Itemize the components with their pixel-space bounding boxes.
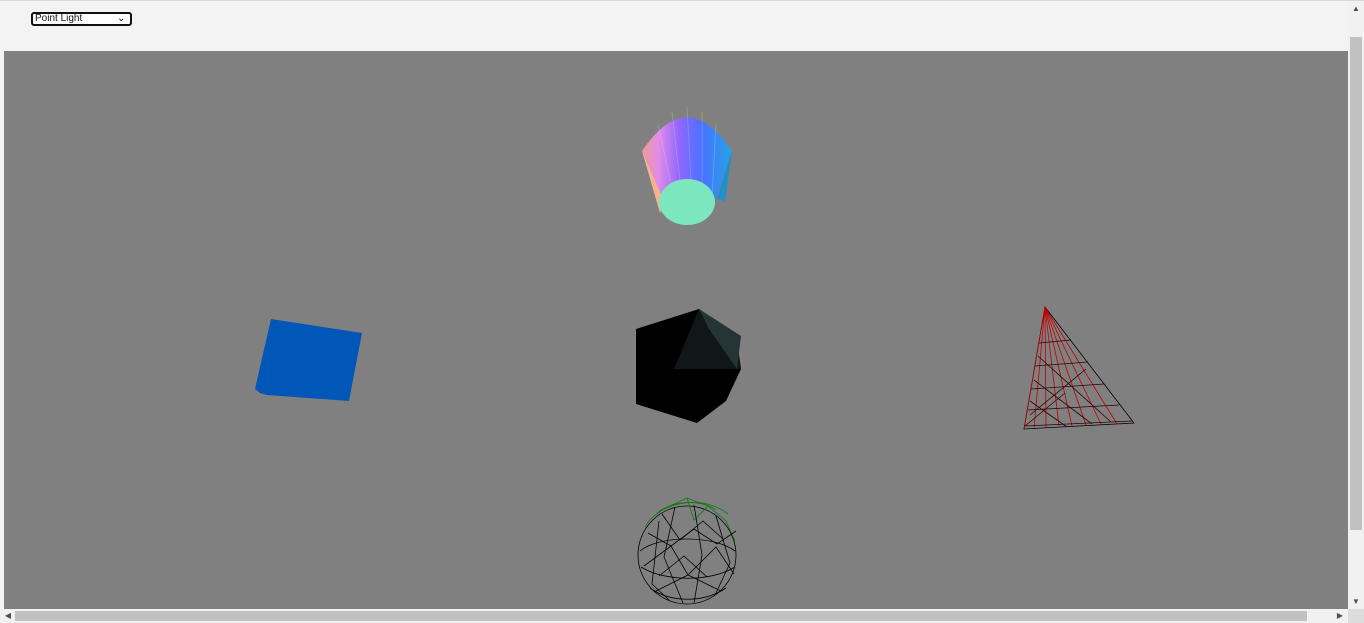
toolbar: Point Light ⌄ bbox=[0, 1, 1348, 51]
scene-svg bbox=[4, 51, 1348, 610]
vertical-scrollbar[interactable]: ▲ ▼ bbox=[1348, 1, 1364, 610]
horizontal-scroll-thumb[interactable] bbox=[15, 611, 1307, 621]
webgl-canvas[interactable] bbox=[4, 51, 1348, 610]
light-type-select[interactable]: Point Light ⌄ bbox=[31, 12, 132, 26]
cone-base bbox=[659, 179, 715, 225]
blue-cube[interactable] bbox=[255, 319, 362, 401]
horizontal-scrollbar[interactable]: ◀ ▶ bbox=[0, 609, 1348, 623]
light-type-selected-label: Point Light bbox=[35, 13, 83, 24]
vertical-scroll-thumb[interactable] bbox=[1350, 37, 1362, 530]
scroll-right-arrow-icon[interactable]: ▶ bbox=[1335, 611, 1345, 621]
webgl-page: Point Light ⌄ ▲ ▼ ◀ ▶ bbox=[0, 0, 1364, 623]
scroll-down-arrow-icon[interactable]: ▼ bbox=[1351, 597, 1361, 607]
chevron-down-icon: ⌄ bbox=[117, 13, 126, 24]
scrollbar-corner bbox=[1348, 609, 1364, 623]
scroll-left-arrow-icon[interactable]: ◀ bbox=[3, 611, 13, 621]
scroll-up-arrow-icon[interactable]: ▲ bbox=[1351, 4, 1361, 14]
